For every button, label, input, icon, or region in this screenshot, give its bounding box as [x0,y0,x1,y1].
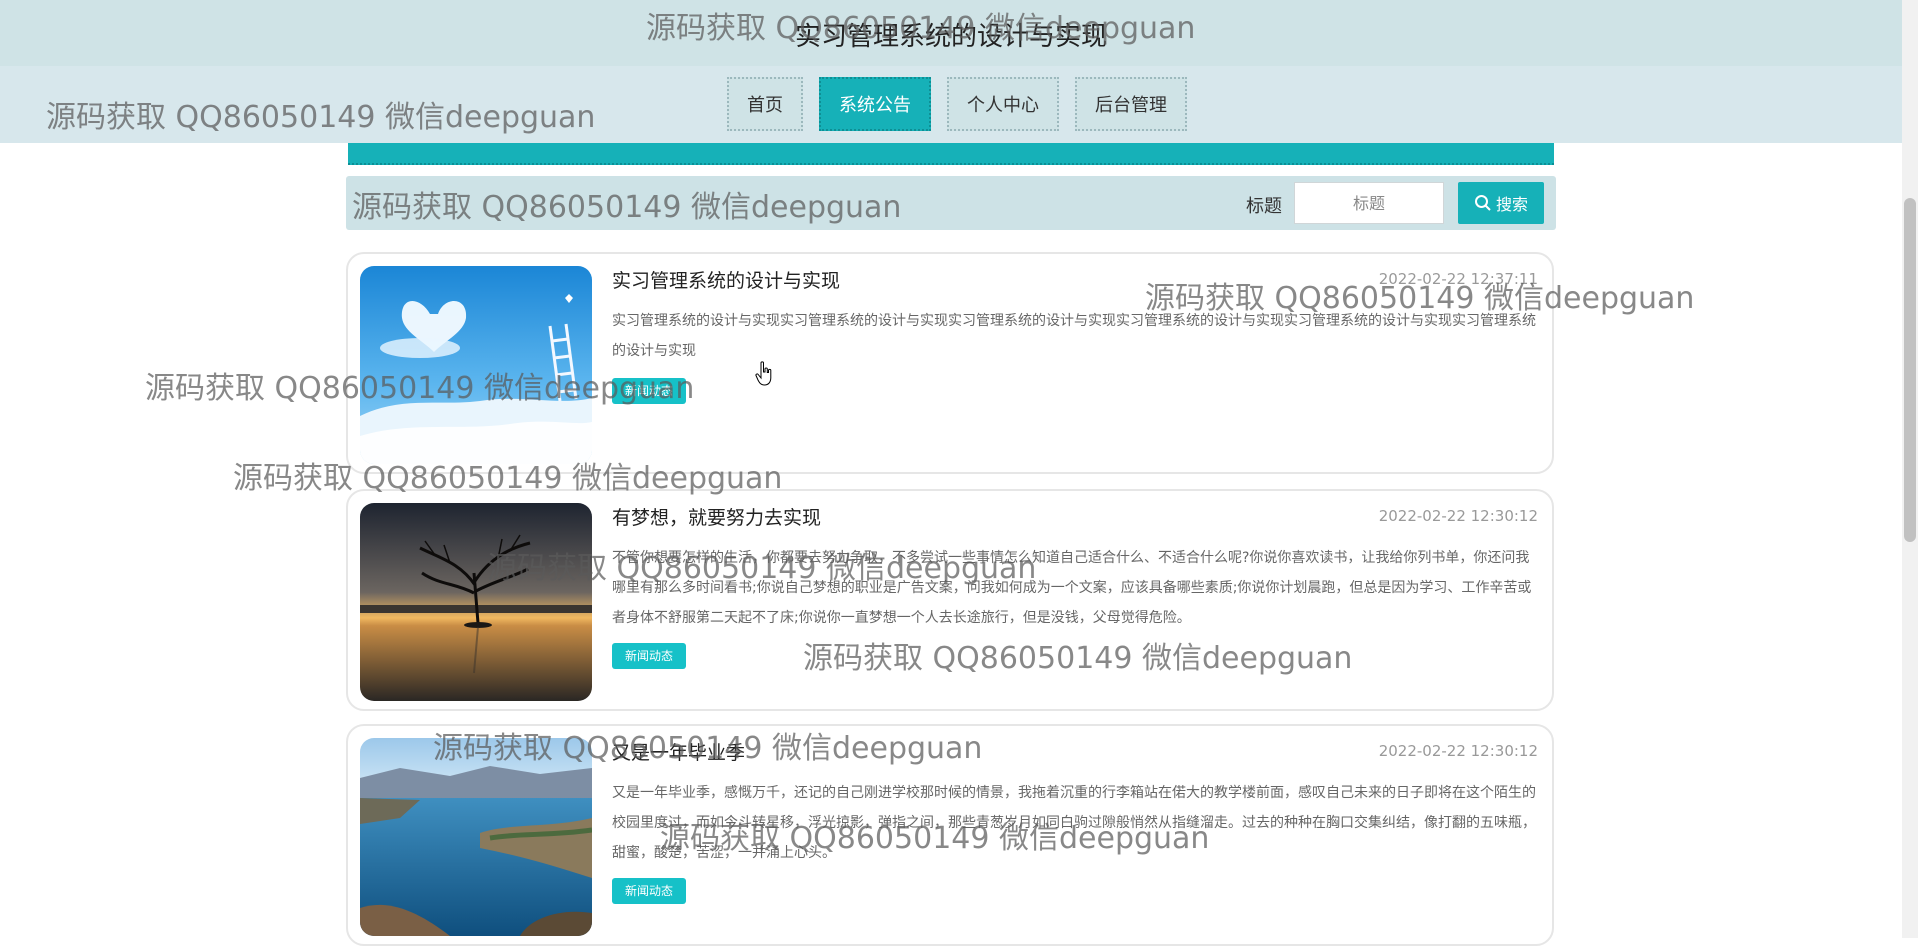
article-title[interactable]: 有梦想，就要努力去实现 [612,503,821,530]
page-scrollbar[interactable] [1902,0,1918,938]
article-tag[interactable]: 新闻动态 [612,643,687,669]
search-label: 标题 [1246,196,1282,217]
hand-cursor-icon [755,361,772,386]
sky-heart-ladder-image[interactable] [360,266,592,464]
article-tag[interactable]: 新闻动态 [612,378,687,404]
search-button[interactable]: 搜索 [1458,182,1544,224]
lake-peninsula-image[interactable] [360,738,592,936]
article-summary: 不管你想要怎样的生活，你都要去努力争取，不多尝试一些事情怎么知道自己适合什么、不… [612,550,1532,626]
top-header: 实习管理系统的设计与实现 [0,0,1902,67]
search-icon [1474,195,1491,211]
article-date: 2022-02-22 12:30:12 [1378,742,1538,760]
article-summary: 实习管理系统的设计与实现实习管理系统的设计与实现实习管理系统的设计与实现实习管理… [612,313,1536,359]
article-summary: 又是一年毕业季，感慨万千，还记的自己刚进学校那时候的情景，我拖着沉重的行李箱站在… [612,785,1536,861]
search-bar: 标题 搜索 [346,176,1556,230]
nav-item-admin[interactable]: 后台管理 [1075,77,1187,131]
main-nav: 首页 系统公告 个人中心 后台管理 [727,77,1187,131]
scrollbar-thumb[interactable] [1904,198,1916,542]
site-title: 实习管理系统的设计与实现 [794,22,1107,52]
nav-item-home[interactable]: 首页 [727,77,803,131]
article-tag[interactable]: 新闻动态 [612,878,687,904]
article-date: 2022-02-22 12:30:12 [1378,507,1538,525]
lake-tree-sunset-image[interactable] [360,503,592,701]
nav-item-profile[interactable]: 个人中心 [947,77,1059,131]
article-card[interactable]: 又是一年毕业季 2022-02-22 12:30:12 又是一年毕业季，感慨万千… [346,724,1554,946]
article-card[interactable]: 实习管理系统的设计与实现 2022-02-22 12:37:11 实习管理系统的… [346,252,1554,474]
section-banner-strip [348,143,1554,165]
nav-item-announcements[interactable]: 系统公告 [819,77,931,131]
article-title[interactable]: 又是一年毕业季 [612,738,745,765]
search-input[interactable] [1294,182,1444,224]
search-button-label: 搜索 [1495,197,1528,214]
article-title[interactable]: 实习管理系统的设计与实现 [612,266,840,293]
article-card[interactable]: 有梦想，就要努力去实现 2022-02-22 12:30:12 不管你想要怎样的… [346,489,1554,711]
article-date: 2022-02-22 12:37:11 [1378,270,1538,288]
